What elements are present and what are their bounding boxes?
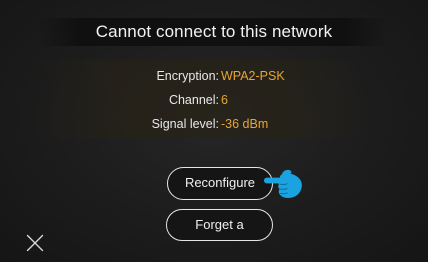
signal-label: Signal level:: [151, 117, 219, 131]
reconfigure-button[interactable]: Reconfigure: [167, 167, 273, 200]
forget-button[interactable]: Forget a: [166, 209, 273, 241]
channel-row: Channel: 6: [0, 91, 428, 109]
signal-value: -36 dBm: [221, 117, 269, 131]
dialog-title: Cannot connect to this network: [95, 22, 333, 41]
pointing-hand-icon: [264, 169, 302, 198]
encryption-value: WPA2-PSK: [221, 69, 285, 83]
encryption-label: Encryption:: [156, 69, 219, 83]
close-icon[interactable]: [26, 234, 44, 252]
network-error-dialog: Cannot connect to this network Encryptio…: [0, 0, 428, 262]
encryption-row: Encryption: WPA2-PSK: [0, 67, 428, 85]
channel-value: 6: [221, 93, 228, 107]
signal-row: Signal level: -36 dBm: [0, 115, 428, 133]
channel-label: Channel:: [168, 93, 219, 107]
